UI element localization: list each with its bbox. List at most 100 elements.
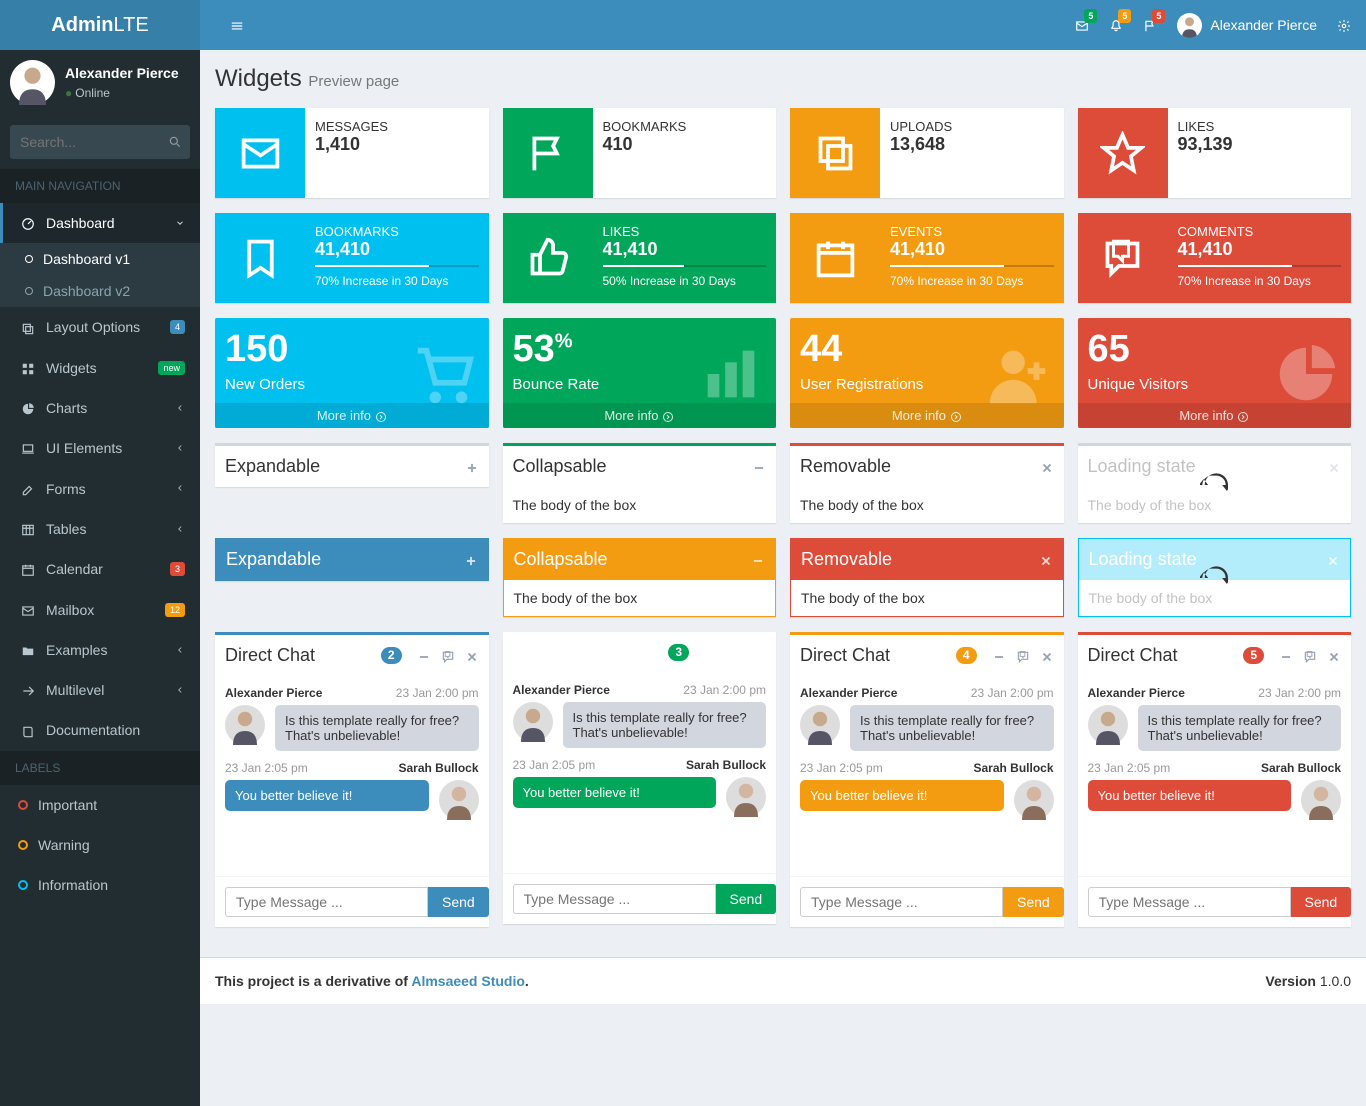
sidebar-item-calendar[interactable]: Calendar3 [0,549,200,589]
share-icon [21,684,35,698]
info-box-events: EVENTS41,41070% Increase in 30 Days [790,213,1064,303]
sidebar-item-dashboard-v2[interactable]: Dashboard v2 [0,275,200,307]
chat-msg-time: 23 Jan 2:00 pm [971,686,1054,700]
sidebar-item-examples[interactable]: Examples [0,630,200,670]
nav-notifications[interactable]: 5 [1109,17,1123,33]
chevron-left-icon [175,524,185,534]
sidebar-item-documentation[interactable]: Documentation [0,710,200,750]
nav-user[interactable]: Alexander Pierce [1177,13,1317,38]
bookmark-icon [215,213,305,303]
shopping-cart-icon [409,328,479,409]
sidebar-item-mailbox[interactable]: Mailbox12 [0,589,200,629]
send-button[interactable]: Send [1003,887,1064,917]
avatar [225,705,265,745]
plus-icon [464,554,478,568]
page-subtitle: Preview page [308,73,399,90]
files-icon [21,322,35,336]
nav-tasks[interactable]: 5 [1143,17,1157,33]
pie-graph-icon [1271,328,1341,409]
minus-icon [992,650,1006,664]
nav-control[interactable] [1337,17,1351,33]
box-solid-loading: Loading stateThe body of the box [1078,538,1352,617]
collapse-button[interactable] [992,647,1006,663]
send-button[interactable]: Send [716,884,777,914]
expand-button[interactable] [464,551,478,567]
expand-button[interactable] [465,458,479,474]
nav-messages[interactable]: 5 [1075,17,1089,33]
chat-msg-time: 23 Jan 2:00 pm [1258,686,1341,700]
loading-overlay [1078,446,1352,523]
remove-button[interactable] [1039,551,1053,567]
label-information[interactable]: Information [0,865,200,905]
sidebar-item-multilevel[interactable]: Multilevel [0,670,200,710]
chat-msg-text: Is this template really for free? That's… [275,705,479,751]
collapse-button[interactable] [417,647,431,663]
chat-msg-time: 23 Jan 2:05 pm [1088,761,1171,775]
contacts-button[interactable] [1303,647,1317,663]
arrow-circle-right-icon [1237,411,1249,423]
chat-msg-name: Sarah Bullock [973,761,1053,775]
box-solid-expandable: Expandable [215,538,489,581]
chat-msg-name: Sarah Bullock [398,761,478,775]
collapse-button[interactable] [1279,647,1293,663]
chat-input[interactable] [800,887,1003,917]
sidebar-item-charts[interactable]: Charts [0,388,200,428]
logo[interactable]: AdminLTE [0,0,200,50]
chevron-left-icon [175,685,185,695]
sidebar-item-dashboard[interactable]: Dashboard [0,203,200,243]
content-header: Widgets Preview page [200,50,1366,108]
nav-header: MAIN NAVIGATION [0,169,200,203]
remove-button[interactable] [752,644,766,660]
remove-button[interactable] [1327,647,1341,663]
search-button[interactable] [168,133,182,149]
footer-link[interactable]: Almsaeed Studio [411,973,525,989]
contacts-button[interactable] [728,644,742,660]
sidebar-item-ui[interactable]: UI Elements [0,428,200,468]
sidebar-item-forms[interactable]: Forms [0,468,200,508]
sidebar-item-tables[interactable]: Tables [0,509,200,549]
user-panel: Alexander Pierce Online [0,50,200,115]
chat-badge: 4 [956,647,977,663]
small-box-registrations: 44User RegistrationsMore info [790,318,1064,428]
minus-icon [1279,650,1293,664]
search-input[interactable] [10,125,190,159]
chat-input[interactable] [225,887,428,917]
label-warning[interactable]: Warning [0,825,200,865]
main-sidebar: Alexander Pierce Online MAIN NAVIGATION … [0,0,200,1106]
avatar [726,777,766,817]
circle-yellow-icon [18,840,28,850]
remove-button[interactable] [465,647,479,663]
box-loading: Loading stateThe body of the box [1078,443,1352,523]
remove-button[interactable] [1040,458,1054,474]
contacts-button[interactable] [1016,647,1030,663]
chat-msg-time: 23 Jan 2:00 pm [396,686,479,700]
comments-icon [1078,213,1168,303]
collapse-button[interactable] [704,644,718,660]
gears-icon [1337,19,1351,33]
collapse-button[interactable] [751,551,765,567]
remove-button[interactable] [1040,647,1054,663]
sidebar-toggle[interactable] [215,2,259,48]
avatar [1301,780,1341,820]
send-button[interactable]: Send [1291,887,1352,917]
sidebar-item-layout[interactable]: Layout Options4 [0,307,200,347]
stats-icon [696,328,766,409]
minus-icon [704,647,718,661]
page-title: Widgets [215,65,302,92]
contacts-button[interactable] [441,647,455,663]
box-removable: RemovableThe body of the box [790,443,1064,523]
label-important[interactable]: Important [0,785,200,825]
small-box-visitors: 65Unique VisitorsMore info [1078,318,1352,428]
chat-input[interactable] [1088,887,1291,917]
avatar [1014,780,1054,820]
chat-input[interactable] [513,884,716,914]
send-button[interactable]: Send [428,887,489,917]
sidebar-item-dashboard-v1[interactable]: Dashboard v1 [0,243,200,275]
user-status[interactable]: Online [65,86,110,100]
main-header: AdminLTE 5 5 5 Alexander Pierce [0,0,1366,50]
sidebar-item-widgets[interactable]: Widgetsnew [0,348,200,388]
chat-msg-text: You better believe it! [513,777,717,808]
chevron-left-icon [175,443,185,453]
direct-chat-box: Direct Chat 2 Alexander Pierce23 Jan 2:0… [215,632,489,927]
collapse-button[interactable] [752,458,766,474]
